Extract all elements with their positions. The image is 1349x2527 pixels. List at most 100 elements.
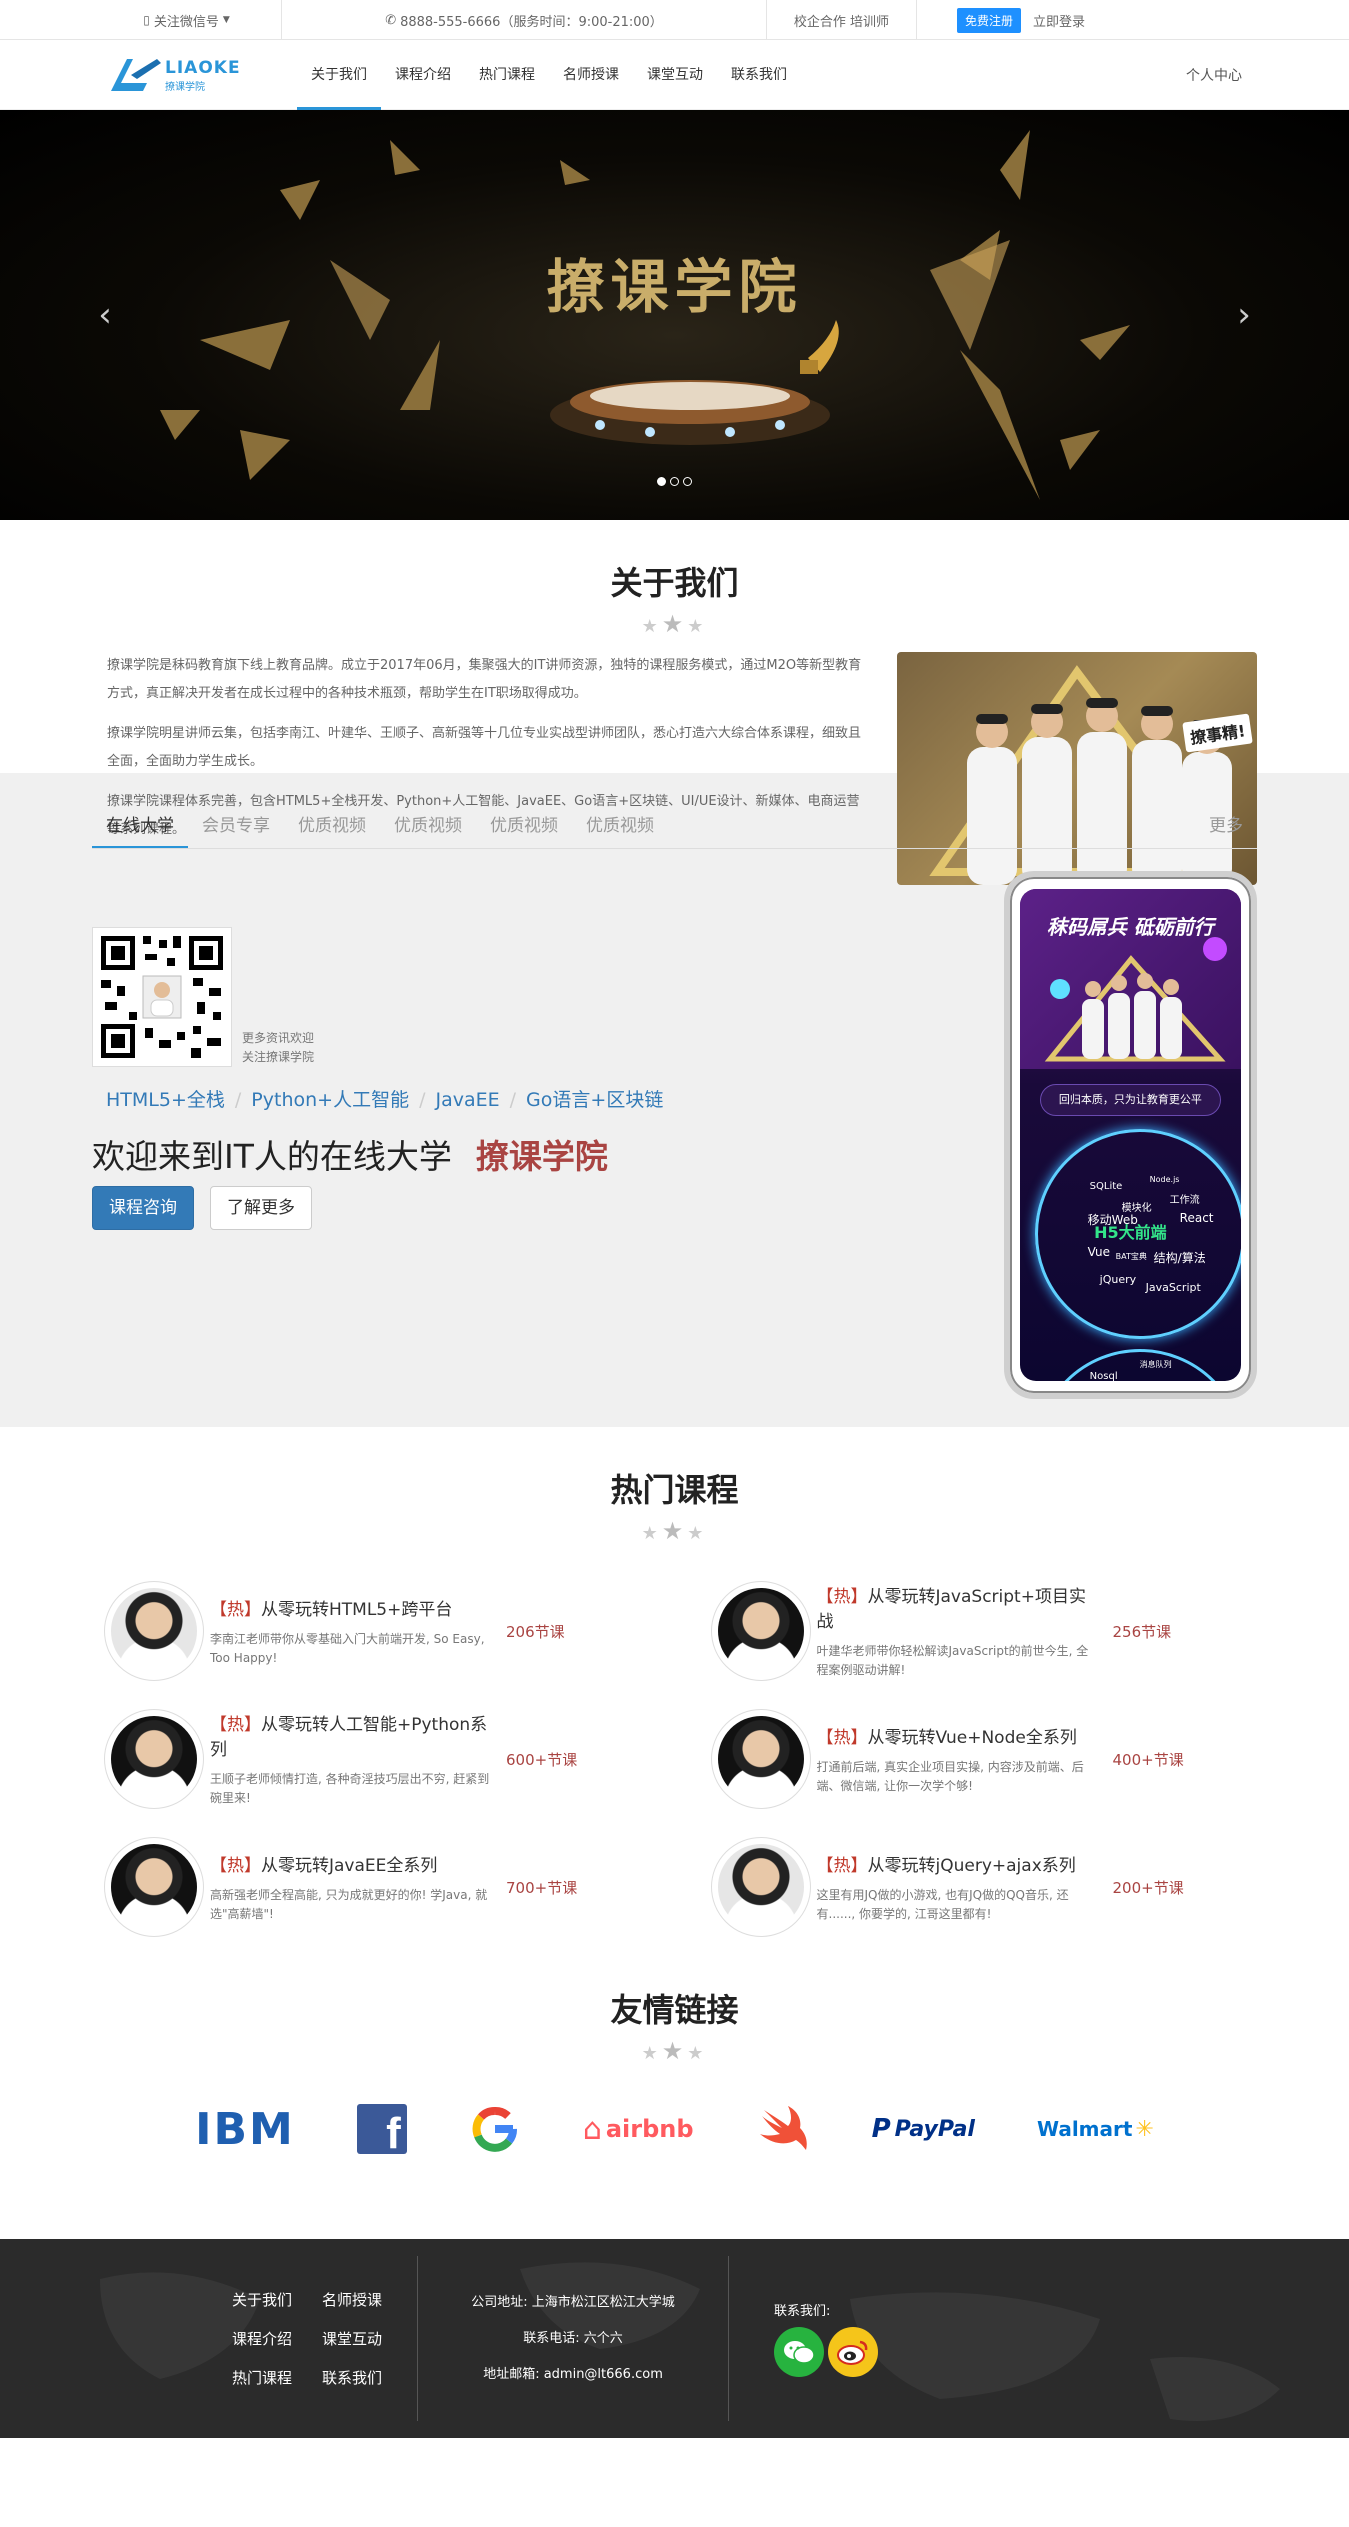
- crumb-go[interactable]: Go语言+区块链: [526, 1089, 663, 1111]
- phone-skill-ring: [1034, 1349, 1241, 1381]
- tab-video-3[interactable]: 优质视频: [476, 803, 572, 848]
- facebook-logo[interactable]: f: [356, 2099, 407, 2159]
- carousel-next-button[interactable]: ›: [1229, 295, 1259, 335]
- wechat-follow[interactable]: ▯ 关注微信号 ▼: [92, 0, 282, 40]
- course-card[interactable]: 【热】从零玩转JavaScript+项目实战 叶建华老师带你轻松解读JavaSc…: [710, 1581, 1258, 1681]
- footer-link-courses[interactable]: 课程介绍: [232, 2328, 292, 2349]
- swift-logo[interactable]: [756, 2099, 810, 2159]
- about-paragraph: 撩课学院明星讲师云集，包括李南江、叶建华、王顺子、高新强等十几位专业实战型讲师团…: [107, 726, 862, 769]
- teacher-avatar: [710, 1581, 811, 1681]
- footer-link-about[interactable]: 关于我们: [232, 2289, 292, 2310]
- tab-member[interactable]: 会员专享: [188, 803, 284, 848]
- crumb-javaee[interactable]: JavaEE: [435, 1089, 499, 1111]
- nav-item-hot[interactable]: 热门课程: [465, 40, 549, 110]
- course-name: 从零玩转JavaEE全系列: [261, 1855, 438, 1876]
- nav-item-contact[interactable]: 联系我们: [717, 40, 801, 110]
- wechat-icon[interactable]: [774, 2327, 825, 2377]
- logo-text: LIAOKE: [165, 57, 241, 78]
- carousel-dot[interactable]: [657, 477, 666, 486]
- phone-slogan: 回归本质，只为让教育更公平: [1039, 1084, 1221, 1116]
- course-card[interactable]: 【热】从零玩转Vue+Node全系列 打通前后端, 真实企业项目实操, 内容涉及…: [710, 1709, 1258, 1809]
- wechat-glyph: [784, 2341, 815, 2364]
- course-title[interactable]: 【热】从零玩转JavaEE全系列: [210, 1851, 490, 1876]
- carousel-dot[interactable]: [683, 477, 692, 486]
- paypal-logo-text: PayPal: [894, 2116, 975, 2142]
- course-card[interactable]: 【热】从零玩转jQuery+ajax系列 这里有用JQ做的小游戏, 也有JQ做的…: [710, 1837, 1258, 1937]
- course-desc: 这里有用JQ做的小游戏, 也有JQ做的QQ音乐, 还有......, 你要学的,…: [816, 1887, 1069, 1921]
- auth-area: 免费注册 立即登录: [917, 0, 1257, 40]
- mobile-icon: ▯: [143, 13, 150, 27]
- carousel-prev-button[interactable]: ‹: [90, 295, 120, 335]
- login-link[interactable]: 立即登录: [1033, 11, 1085, 30]
- carousel-indicators: [0, 477, 1349, 486]
- lesson-count: 206节课: [506, 1622, 565, 1641]
- course-list: 【热】从零玩转HTML5+跨平台 李南江老师带你从零基础入门大前端开发, So …: [92, 1581, 1257, 1937]
- google-logo[interactable]: [469, 2099, 521, 2159]
- ibm-logo-text: IBM: [195, 2103, 295, 2155]
- logo-mark-icon: [111, 59, 161, 91]
- consult-button[interactable]: 课程咨询: [92, 1186, 194, 1230]
- hero-carousel: 撩课学院 ‹ ›: [0, 110, 1349, 520]
- nav-item-teachers[interactable]: 名师授课: [549, 40, 633, 110]
- about-paragraph: 撩课学院是秣码教育旗下线上教育品牌。成立于2017年06月，集聚强大的IT讲师资…: [107, 658, 862, 701]
- crumb-separator: /: [234, 1089, 242, 1111]
- school-link[interactable]: 校企合作 培训师: [767, 0, 917, 40]
- course-title[interactable]: 【热】从零玩转人工智能+Python系列: [210, 1710, 490, 1760]
- banner-title: 撩课学院: [546, 253, 803, 321]
- nav-item-interact[interactable]: 课堂互动: [633, 40, 717, 110]
- hot-courses-section: 热门课程 ★★★ 【热】从零玩转HTML5+跨平台 李南江老师带你从零基础入门大…: [0, 1427, 1349, 1947]
- phone-screen: 秣码屌兵 砥砺前行 回归本质，只为让教育更公平 H5大前端 SQLite Nod…: [1019, 889, 1241, 1381]
- teacher-avatar: [710, 1837, 811, 1937]
- links-title: 友情链接: [610, 1991, 739, 2029]
- caret-down-icon: ▼: [222, 15, 230, 25]
- phone-skill-word: 结构/算法: [1153, 1251, 1206, 1265]
- swift-icon: [759, 2106, 807, 2150]
- course-card[interactable]: 【热】从零玩转人工智能+Python系列 王顺子老师倾情打造, 各种奇淫技巧层出…: [104, 1709, 651, 1809]
- course-title[interactable]: 【热】从零玩转jQuery+ajax系列: [817, 1851, 1097, 1876]
- more-link[interactable]: 更多: [1195, 803, 1257, 848]
- tab-video-2[interactable]: 优质视频: [380, 803, 476, 848]
- course-title[interactable]: 【热】从零玩转Vue+Node全系列: [817, 1723, 1097, 1748]
- weibo-icon[interactable]: [828, 2327, 879, 2377]
- facebook-icon: f: [356, 2104, 407, 2158]
- carousel-dot[interactable]: [670, 477, 679, 486]
- course-title[interactable]: 【热】从零玩转JavaScript+项目实战: [817, 1582, 1097, 1632]
- about-title: 关于我们: [610, 564, 739, 602]
- course-title[interactable]: 【热】从零玩转HTML5+跨平台: [210, 1595, 490, 1620]
- weibo-glyph: [837, 2340, 868, 2365]
- about-section: 关于我们 ★★★ 撩课学院是秣码教育旗下线上教育品牌。成立于2017年06月，集…: [0, 520, 1349, 885]
- user-center-link[interactable]: 个人中心: [1186, 65, 1242, 85]
- walmart-logo[interactable]: Walmart ✳: [1037, 2099, 1154, 2159]
- tab-online-university[interactable]: 在线大学: [92, 803, 188, 848]
- stars-divider: ★★★: [641, 1517, 708, 1545]
- ibm-logo[interactable]: IBM: [195, 2099, 295, 2159]
- phone-header-art: [1044, 937, 1227, 1062]
- footer-link-contact[interactable]: 联系我们: [322, 2367, 382, 2388]
- phone-skill-word: Node.js: [1149, 1175, 1180, 1184]
- hot-title: 热门课程: [610, 1471, 739, 1509]
- airbnb-logo[interactable]: ⌂ airbnb: [583, 2099, 694, 2159]
- course-name: 从零玩转Vue+Node全系列: [867, 1727, 1077, 1748]
- paypal-logo[interactable]: P PayPal: [872, 2099, 975, 2159]
- qr-pattern: [101, 936, 223, 1058]
- learn-more-button[interactable]: 了解更多: [210, 1186, 312, 1230]
- footer-divider: [728, 2256, 730, 2421]
- footer-link-interact[interactable]: 课堂互动: [322, 2328, 382, 2349]
- nav-item-courses[interactable]: 课程介绍: [381, 40, 465, 110]
- teacher-photo: [717, 1716, 804, 1802]
- top-bar: ▯ 关注微信号 ▼ ✆ 8888-555-6666（服务时间：9:00-21:0…: [0, 0, 1349, 40]
- footer-link-hot[interactable]: 热门课程: [232, 2367, 292, 2388]
- tab-video-4[interactable]: 优质视频: [572, 803, 668, 848]
- footer-contact: 公司地址: 上海市松江区松江大学城 联系电话: 六个六 地址邮箱: admin@…: [453, 2285, 693, 2393]
- register-button[interactable]: 免费注册: [957, 7, 1022, 33]
- logo[interactable]: LIAOKE 撩课学院: [107, 53, 267, 97]
- tab-video-1[interactable]: 优质视频: [284, 803, 380, 848]
- teacher-photo: [717, 1588, 804, 1674]
- crumb-python[interactable]: Python+人工智能: [251, 1089, 409, 1111]
- nav-item-about[interactable]: 关于我们: [297, 40, 381, 110]
- course-card[interactable]: 【热】从零玩转JavaEE全系列 高新强老师全程高能, 只为成就更好的你! 学J…: [104, 1837, 651, 1937]
- course-card[interactable]: 【热】从零玩转HTML5+跨平台 李南江老师带你从零基础入门大前端开发, So …: [104, 1581, 651, 1681]
- partner-logos: IBM f ⌂ airbnb P PayPal Walmart ✳: [92, 2099, 1257, 2159]
- footer-link-teachers[interactable]: 名师授课: [322, 2289, 382, 2310]
- crumb-html5[interactable]: HTML5+全栈: [106, 1089, 225, 1111]
